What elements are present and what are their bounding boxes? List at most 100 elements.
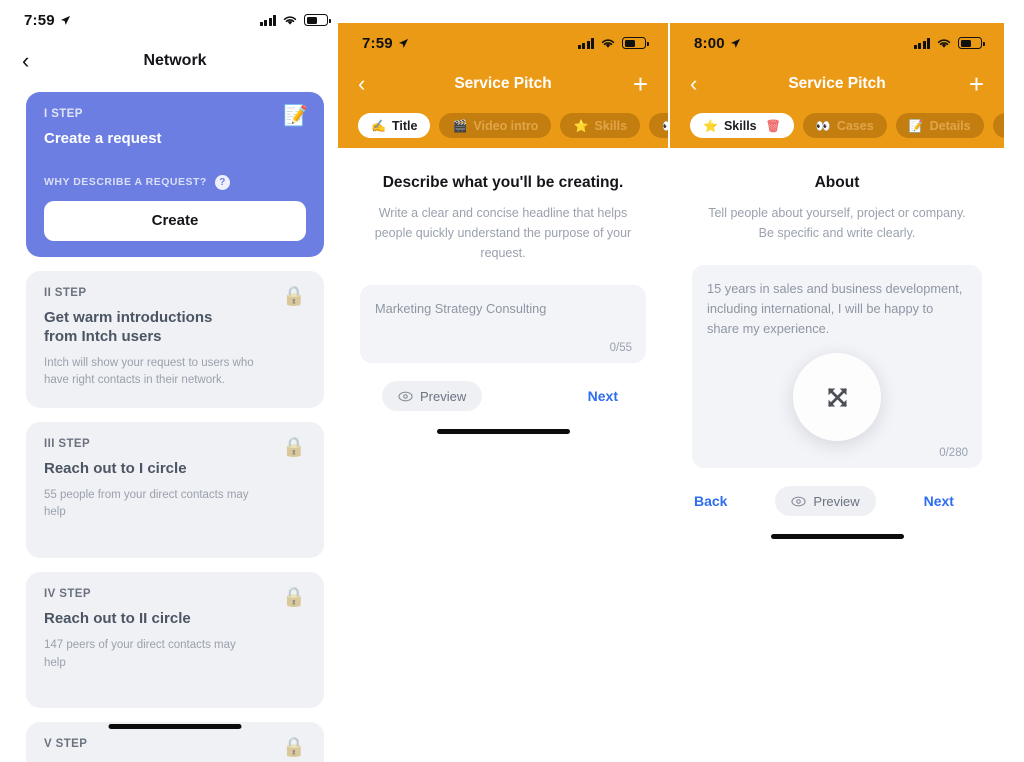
eyes-icon: 👀 [815, 118, 831, 133]
eye-icon [791, 496, 807, 506]
question-mark-icon[interactable]: ? [214, 174, 230, 190]
tab-cases[interactable]: 👀 Cases [802, 113, 887, 138]
back-button[interactable]: Back [688, 489, 733, 513]
lock-icon: 🔒 [282, 285, 306, 307]
tab-label: Cases [836, 118, 874, 133]
step-card-1[interactable]: 📝 I STEP Create a request WHY DESCRIBE A… [26, 92, 324, 257]
memo-icon: 📝 [908, 118, 924, 133]
preview-label: Preview [420, 388, 467, 404]
wifi-icon [937, 39, 951, 48]
tab-video-intro[interactable]: 🎬 Video intro [439, 113, 552, 138]
tab-skills[interactable]: ⭐ Skills [560, 113, 641, 138]
battery-icon [958, 37, 985, 49]
step-title: Reach out to II circle [44, 610, 191, 628]
character-counter: 0/55 [609, 342, 632, 354]
status-bar-right: 8:00 [670, 23, 1004, 63]
section-subheading: Tell people about yourself, project or c… [708, 206, 966, 240]
footer-right: Back Preview Next [692, 468, 982, 534]
expand-button[interactable] [793, 353, 881, 441]
nav-bar-left: ‹ Network [0, 40, 350, 82]
step-kicker: IV STEP [44, 588, 91, 601]
preview-label: Preview [813, 493, 860, 509]
step-card-3[interactable]: 🔒 III STEP Reach out to I circle 55 peop… [26, 422, 324, 559]
lock-icon: 🔒 [282, 737, 306, 759]
section-heading: Describe what you'll be creating. [382, 174, 624, 191]
tab-label: Video intro [473, 118, 539, 133]
tab-title[interactable]: ✍️ Title [358, 113, 431, 138]
plus-icon[interactable]: + [633, 71, 648, 97]
status-time-text: 8:00 [694, 34, 725, 52]
why-describe-row[interactable]: WHY DESCRIBE A REQUEST? ? [44, 174, 306, 190]
content-sheet-right: About Tell people about yourself, projec… [670, 148, 1004, 741]
about-input-field[interactable]: 15 years in sales and business developme… [692, 265, 982, 468]
nav-bar-right: ‹ Service Pitch + [670, 63, 1004, 105]
step-card-2[interactable]: 🔒 II STEP Get warm introductions from In… [26, 270, 324, 409]
status-bar-mid: 7:59 [338, 23, 668, 63]
status-time-text: 7:59 [362, 34, 393, 52]
section-heading: About [814, 174, 860, 191]
nav-bar-mid: ‹ Service Pitch + [338, 63, 668, 105]
section-subheading: Write a clear and concise headline that … [374, 206, 632, 260]
step-title: Create a request [44, 130, 162, 147]
back-icon[interactable]: ‹ [358, 73, 365, 95]
status-time-right: 8:00 [694, 35, 741, 52]
step-kicker: III STEP [44, 438, 91, 451]
trash-icon[interactable]: 🗑 [766, 120, 781, 132]
star-icon: ⭐ [573, 118, 589, 133]
title-input-field[interactable]: Marketing Strategy Consulting 0/55 [360, 285, 646, 363]
expand-arrows-icon [827, 387, 847, 407]
status-indicators-right [913, 37, 985, 49]
phone-panel-title-step: 7:59 ‹ Service Pitch + ✍️ Title 🎬 Video … [338, 23, 668, 741]
step-desc: 55 people from your direct contacts may … [44, 488, 249, 519]
plus-icon[interactable]: + [969, 71, 984, 97]
tab-skills[interactable]: ⭐ Skills 🗑 [690, 113, 794, 138]
next-button[interactable]: Next [918, 489, 960, 513]
status-indicators-mid [577, 37, 649, 49]
tab-details-2[interactable]: 📝 Details [992, 113, 1004, 138]
eye-icon [398, 391, 413, 401]
status-time-left: 7:59 [24, 12, 71, 29]
cellular-bars-icon [913, 37, 930, 49]
preview-button[interactable]: Preview [382, 381, 483, 411]
footer-mid: Preview Next [360, 363, 646, 429]
home-indicator-left [108, 724, 242, 729]
step-kicker: II STEP [44, 286, 87, 299]
next-button[interactable]: Next [582, 384, 624, 408]
home-indicator-right [770, 534, 904, 539]
preview-button[interactable]: Preview [775, 486, 876, 516]
location-arrow-icon [730, 38, 740, 48]
lock-icon: 🔒 [282, 587, 306, 609]
tab-strip-right[interactable]: ⭐ Skills 🗑 👀 Cases 📝 Details 📝 Det [670, 105, 1004, 148]
location-arrow-icon [60, 15, 70, 25]
back-icon[interactable]: ‹ [690, 73, 697, 95]
content-sheet-mid: Describe what you'll be creating. Write … [338, 148, 668, 741]
star-icon: ⭐ [703, 118, 718, 133]
step-kicker: V STEP [44, 738, 88, 751]
screenshot-stage: 7:59 ‹ Network 📝 I STEP Create a request… [0, 0, 1024, 762]
step-desc: Intch will show your request to users wh… [44, 356, 254, 387]
location-arrow-icon [398, 38, 408, 48]
cellular-bars-icon [259, 14, 276, 26]
status-bar-left: 7:59 [0, 0, 350, 40]
step-desc: 147 peers of your direct contacts may he… [44, 638, 236, 669]
page-title: Service Pitch [788, 75, 886, 92]
cellular-bars-icon [577, 37, 594, 49]
orange-header-right: 8:00 ‹ Service Pitch + ⭐ Skills 🗑 👀 Case… [670, 23, 1004, 148]
tab-strip-mid[interactable]: ✍️ Title 🎬 Video intro ⭐ Skills 👀 Cases [338, 105, 668, 148]
back-icon[interactable]: ‹ [22, 50, 29, 72]
title-input-value: Marketing Strategy Consulting [375, 301, 547, 316]
lock-icon: 🔒 [282, 437, 306, 459]
tab-details-1[interactable]: 📝 Details [895, 113, 984, 138]
step-card-4[interactable]: 🔒 IV STEP Reach out to II circle 147 pee… [26, 572, 324, 709]
writing-hand-icon: ✍️ [371, 118, 386, 133]
battery-icon [622, 37, 649, 49]
tab-label: Skills [594, 118, 628, 133]
battery-icon [304, 14, 331, 26]
about-input-value: 15 years in sales and business developme… [707, 281, 963, 336]
tab-label: Skills [723, 118, 757, 133]
clapper-board-icon: 🎬 [452, 118, 468, 133]
create-button[interactable]: Create [44, 200, 306, 241]
character-counter: 0/280 [939, 447, 968, 459]
phone-panel-network: 7:59 ‹ Network 📝 I STEP Create a request… [0, 0, 350, 762]
tab-cases[interactable]: 👀 Cases [649, 113, 668, 138]
